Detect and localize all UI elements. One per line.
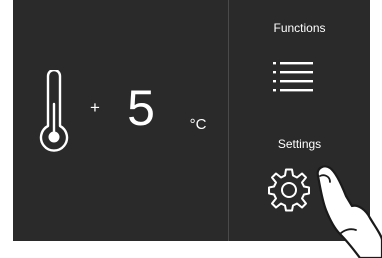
temperature-unit: °C [189,116,207,133]
thermometer-icon [39,70,69,152]
functions-button[interactable]: Functions [229,0,370,120]
temperature-value: 5 [127,80,155,136]
functions-label: Functions [273,21,326,35]
stage: + 5 °C Functions Settings [0,0,382,258]
settings-button[interactable]: Settings [229,120,370,241]
menu-lines-icon [273,62,313,92]
side-menu: Functions Settings [229,0,370,241]
control-panel: + 5 °C Functions Settings [13,0,370,241]
temperature-display: + 5 °C [13,0,228,241]
settings-label: Settings [277,137,322,151]
temperature-sign: + [90,98,100,117]
gear-icon [268,168,310,212]
